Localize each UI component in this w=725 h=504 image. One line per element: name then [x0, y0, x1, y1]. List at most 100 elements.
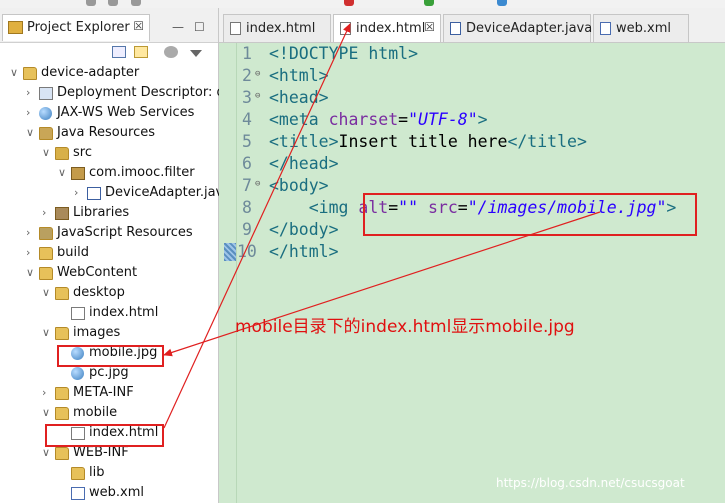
code-text: </body>	[269, 220, 339, 239]
expand-arrow-icon[interactable]: ∨	[42, 326, 52, 339]
tree-item-label: JavaScript Resources	[57, 225, 193, 240]
annotation-text: mobile目录下的index.html显示mobile.jpg	[235, 317, 575, 337]
expand-arrow-icon[interactable]: ∨	[42, 146, 52, 159]
expand-arrow-icon[interactable]: ›	[42, 386, 52, 399]
toolbar-button[interactable]	[497, 0, 507, 6]
highlight-box-mobile-index	[45, 424, 164, 447]
minimize-icon[interactable]: —	[172, 20, 184, 34]
line-number: 4	[242, 110, 252, 129]
code-text: </html>	[269, 242, 339, 261]
line-number: 9	[242, 220, 252, 239]
code-line[interactable]: 4 <meta charset="UTF-8">	[219, 109, 725, 131]
folder-icon	[55, 407, 69, 420]
toolbar-button[interactable]	[344, 0, 354, 6]
expand-arrow-icon[interactable]: ∨	[26, 266, 36, 279]
package-icon	[71, 167, 85, 180]
tree-item-label: mobile	[73, 405, 118, 420]
expand-arrow-icon[interactable]: ›	[26, 246, 36, 259]
toolbar-button[interactable]	[424, 0, 434, 6]
tree-item-label: web.xml	[89, 485, 144, 500]
expand-arrow-icon[interactable]: ∨	[42, 286, 52, 299]
tree-item-label: WebContent	[57, 265, 138, 280]
close-icon[interactable]: ☒	[133, 19, 144, 33]
toolbar-button[interactable]	[108, 0, 118, 6]
tree-item-label: DeviceAdapter.java	[105, 185, 232, 200]
tree-item-label: Java Resources	[57, 125, 155, 140]
code-line[interactable]: 1 <!DOCTYPE html>	[219, 43, 725, 65]
expand-arrow-icon[interactable]: ›	[74, 186, 84, 199]
tree-item-label: index.html	[89, 305, 159, 320]
line-number: 7	[242, 176, 252, 195]
explorer-tabbar: Project Explorer ☒ — ☐	[0, 8, 218, 43]
fold-icon[interactable]: ⊖	[255, 91, 260, 101]
tab-label: index.html	[246, 21, 316, 36]
toolbar-button[interactable]	[131, 0, 141, 6]
toolbar-button[interactable]	[86, 0, 96, 6]
code-text: <html>	[269, 66, 329, 85]
tree-item-label: build	[57, 245, 89, 260]
tab-index-html-desktop[interactable]: index.html	[223, 14, 331, 42]
tree-item-label: lib	[89, 465, 105, 480]
highlight-box-mobile-jpg	[57, 345, 164, 367]
code-text: <body>	[269, 176, 329, 195]
xml-file-icon	[600, 22, 611, 35]
folder-icon	[39, 247, 53, 260]
project-icon	[23, 67, 37, 80]
tab-device-adapter-java[interactable]: DeviceAdapter.java	[443, 14, 592, 42]
code-line[interactable]: 10 </html>	[219, 241, 725, 263]
watermark-text: https://blog.csdn.net/csucsgoat	[496, 476, 685, 490]
library-icon	[55, 207, 69, 220]
tree-item-label: Libraries	[73, 205, 130, 220]
html-file-icon	[230, 22, 241, 35]
expand-arrow-icon[interactable]: ∨	[42, 446, 52, 459]
collapse-all-icon[interactable]	[112, 46, 126, 58]
tab-project-explorer[interactable]: Project Explorer ☒	[2, 14, 150, 41]
line-number: 10	[237, 242, 257, 261]
line-number: 8	[242, 198, 252, 217]
tree-item-label: JAX-WS Web Services	[57, 105, 195, 120]
expand-arrow-icon[interactable]: ∨	[26, 126, 36, 139]
code-editor[interactable]: 1 <!DOCTYPE html> 2 ⊖ <html> 3 ⊖ <head> …	[219, 43, 725, 503]
highlight-box-img-src	[363, 193, 697, 236]
code-text: <head>	[269, 88, 329, 107]
descriptor-icon	[39, 87, 53, 100]
folder-icon	[55, 287, 69, 300]
expand-arrow-icon[interactable]: ›	[26, 86, 36, 99]
fold-icon[interactable]: ⊖	[255, 179, 260, 189]
expand-arrow-icon[interactable]: ∨	[10, 66, 20, 79]
filter-icon[interactable]	[164, 46, 178, 58]
close-icon[interactable]: ☒	[424, 20, 435, 34]
tab-web-xml[interactable]: web.xml	[593, 14, 689, 42]
editor-tabbar: index.html index.html ☒ DeviceAdapter.ja…	[219, 8, 725, 43]
line-number: 2	[242, 66, 252, 85]
tree-item-label: com.imooc.filter	[89, 165, 195, 180]
tab-index-html-mobile[interactable]: index.html ☒	[333, 14, 441, 42]
source-folder-icon	[55, 147, 69, 160]
maximize-icon[interactable]: ☐	[194, 20, 205, 34]
tab-label: web.xml	[616, 21, 671, 36]
tree-item-label: WEB-INF	[73, 445, 129, 460]
code-text: </head>	[269, 154, 339, 173]
java-file-icon	[87, 187, 101, 200]
fold-icon[interactable]: ⊖	[255, 69, 260, 79]
tree-item-label: pc.jpg	[89, 365, 129, 380]
tree-item-label: META-INF	[73, 385, 134, 400]
code-line[interactable]: 2 ⊖ <html>	[219, 65, 725, 87]
code-line[interactable]: 5 <title>Insert title here</title>	[219, 131, 725, 153]
view-menu-icon[interactable]	[190, 50, 202, 57]
folder-icon	[39, 267, 53, 280]
tab-label: index.html	[356, 21, 426, 36]
code-line[interactable]: 6 </head>	[219, 153, 725, 175]
expand-arrow-icon[interactable]: ›	[26, 226, 36, 239]
folder-icon	[55, 327, 69, 340]
expand-arrow-icon[interactable]: ›	[26, 106, 36, 119]
expand-arrow-icon[interactable]: ∨	[42, 406, 52, 419]
code-line[interactable]: 3 ⊖ <head>	[219, 87, 725, 109]
expand-arrow-icon[interactable]: ›	[42, 206, 52, 219]
line-number: 1	[242, 44, 252, 63]
link-with-editor-icon[interactable]	[134, 46, 148, 58]
folder-icon	[71, 467, 85, 480]
folder-icon	[8, 21, 23, 34]
expand-arrow-icon[interactable]: ∨	[58, 166, 68, 179]
xml-file-icon	[71, 487, 85, 500]
